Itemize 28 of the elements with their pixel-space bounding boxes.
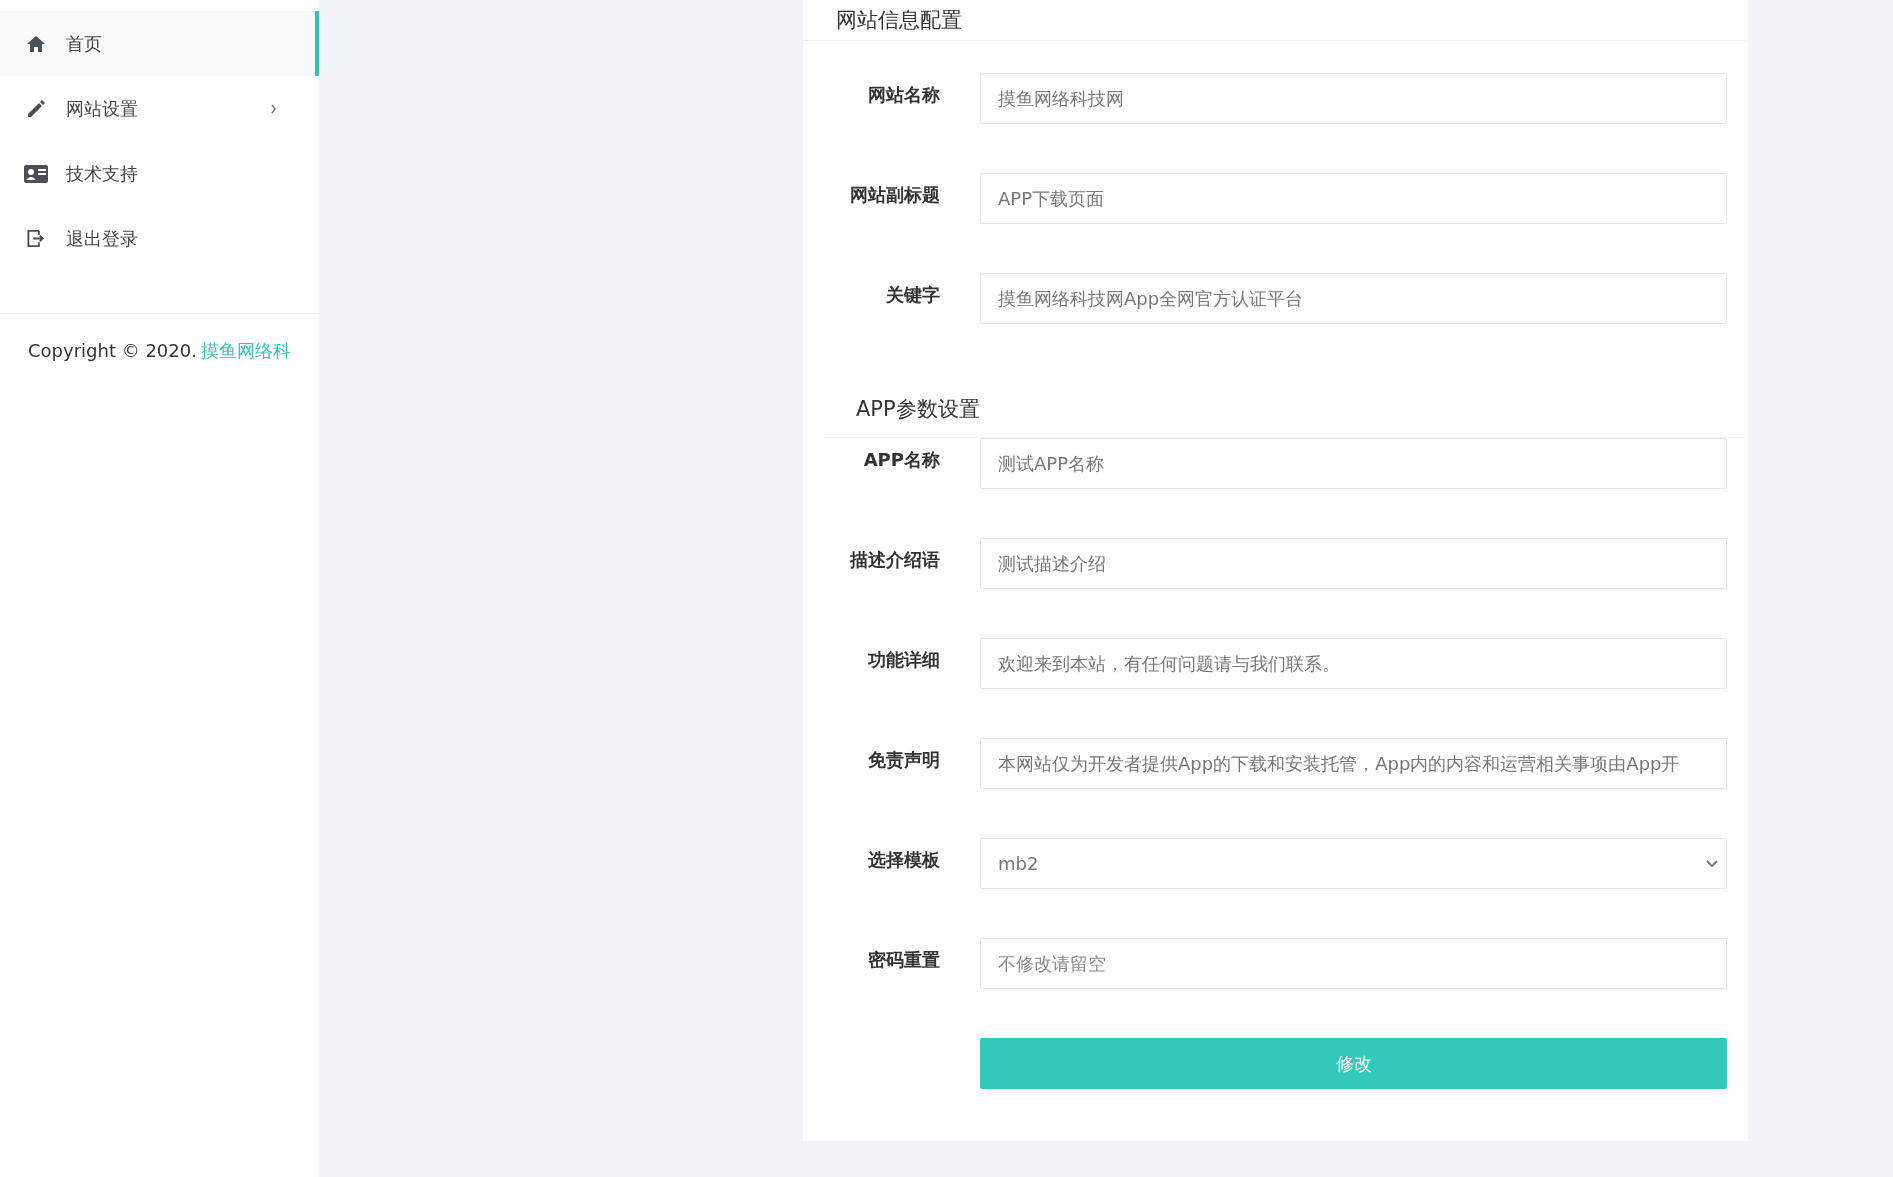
section-title: APP参数设置: [856, 395, 980, 423]
field-label: 关键字: [885, 283, 940, 307]
field-label: 描述介绍语: [849, 548, 940, 572]
sidebar-item[interactable]: 网站设置: [0, 76, 319, 141]
field-label: 免责声明: [867, 748, 940, 772]
input-field[interactable]: 本网站仅为开发者提供App的下载和安装托管，App内的内容和运营相关事项由App开: [980, 738, 1727, 789]
input-field[interactable]: 测试APP名称: [980, 438, 1727, 489]
field-label: 密码重置: [867, 948, 940, 972]
id-card-icon: [24, 164, 48, 183]
sidebar-item[interactable]: 技术支持: [0, 141, 319, 206]
input-field[interactable]: 摸鱼网络科技网: [980, 73, 1727, 124]
field-label: APP名称: [862, 448, 940, 472]
input-field[interactable]: 测试描述介绍: [980, 538, 1727, 589]
field-label: 功能详细: [867, 648, 940, 672]
input-field[interactable]: APP下载页面: [980, 173, 1727, 224]
chevron-down-icon: [1706, 859, 1718, 868]
input-field[interactable]: 欢迎来到本站，有任何问题请与我们联系。: [980, 638, 1727, 689]
input-field[interactable]: 摸鱼网络科技网App全网官方认证平台: [980, 273, 1727, 324]
sidebar-item[interactable]: 退出登录: [0, 206, 319, 271]
field-label: 网站名称: [867, 83, 940, 107]
field-label: 网站副标题: [849, 183, 940, 207]
sidebar-item[interactable]: 首页: [0, 11, 319, 76]
chevron-right-icon: [270, 103, 277, 114]
section-title: 网站信息配置: [836, 7, 962, 34]
template-select[interactable]: mb2: [980, 838, 1727, 889]
field-label: 选择模板: [867, 848, 940, 872]
input-field[interactable]: 不修改请留空: [980, 938, 1727, 989]
copyright-text: Copyright © 2020.: [28, 340, 197, 361]
